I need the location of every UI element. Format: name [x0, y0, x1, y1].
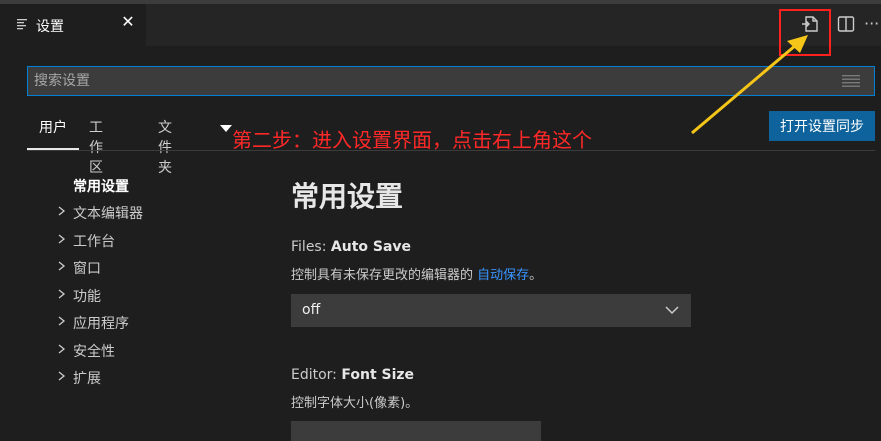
description-end: 。: [529, 268, 543, 283]
close-icon[interactable]: ✕: [118, 12, 138, 32]
toc-item-security[interactable]: 安全性: [56, 339, 236, 361]
toc-item-label: 文本编辑器: [73, 206, 143, 222]
toc-item-label: 安全性: [73, 344, 115, 360]
folder-dropdown-icon[interactable]: [220, 125, 232, 132]
toc-item-label: 工作台: [73, 234, 115, 250]
chevron-right-icon: [58, 234, 66, 244]
toc-item-workbench[interactable]: 工作台: [56, 229, 236, 251]
chevron-right-icon: [58, 344, 66, 354]
chevron-right-icon: [58, 316, 66, 326]
more-actions-icon[interactable]: ···: [864, 14, 881, 34]
font-size-input[interactable]: [291, 421, 541, 441]
setting-title-font-size: Editor: Font Size: [291, 367, 414, 383]
chevron-right-icon: [58, 371, 66, 381]
settings-main-panel: 常用设置 Files: Auto Save 控制具有未保存更改的编辑器的 自动保…: [291, 0, 851, 441]
dropdown-value: off: [302, 302, 321, 318]
toc-item-label: 常用设置: [73, 179, 129, 195]
section-title: 常用设置: [291, 180, 404, 213]
toc-item-window[interactable]: 窗口: [56, 256, 236, 278]
tab-user[interactable]: 用户: [27, 117, 79, 151]
tab-folder[interactable]: 文件夹: [158, 117, 172, 176]
chevron-right-icon: [58, 289, 66, 299]
setting-category: Editor:: [291, 367, 342, 383]
auto-save-link[interactable]: 自动保存: [477, 268, 529, 283]
chevron-right-icon: [58, 261, 66, 271]
settings-list-icon: [17, 19, 27, 30]
toc-item-extensions[interactable]: 扩展: [56, 366, 236, 388]
toc-item-label: 应用程序: [73, 316, 129, 332]
toc-item-label: 功能: [73, 289, 101, 305]
setting-name: Font Size: [341, 367, 415, 383]
setting-name: Auto Save: [330, 239, 412, 255]
settings-tab[interactable]: 设置 ✕: [0, 4, 146, 46]
tab-title: 设置: [36, 19, 64, 35]
setting-description-font-size: 控制字体大小(像素)。: [291, 392, 418, 411]
toc-item-text-editor[interactable]: 文本编辑器: [56, 201, 236, 223]
description-text: 控制字体大小(像素)。: [291, 396, 419, 411]
auto-save-dropdown[interactable]: off: [291, 294, 691, 327]
toc-item-application[interactable]: 应用程序: [56, 311, 236, 333]
setting-title-auto-save: Files: Auto Save: [291, 239, 411, 255]
chevron-down-icon: [665, 306, 679, 315]
setting-category: Files:: [291, 239, 331, 255]
toc-item-commonly-used[interactable]: 常用设置: [56, 174, 236, 196]
description-text: 控制具有未保存更改的编辑器的: [291, 268, 478, 283]
toc-item-label: 扩展: [73, 371, 101, 387]
toc-item-label: 窗口: [73, 261, 101, 277]
tab-workspace[interactable]: 工作区: [89, 117, 103, 176]
setting-description-auto-save: 控制具有未保存更改的编辑器的 自动保存。: [291, 264, 542, 283]
toc-item-features[interactable]: 功能: [56, 284, 236, 306]
chevron-right-icon: [58, 206, 66, 216]
